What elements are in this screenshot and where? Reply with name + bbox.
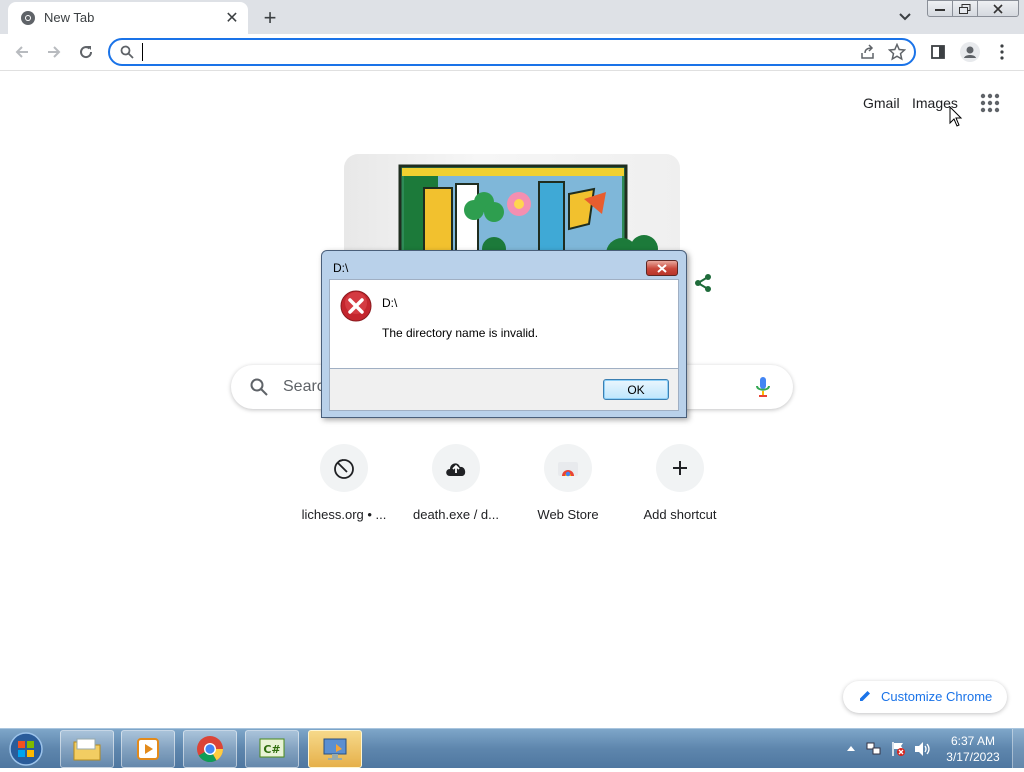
show-desktop-button[interactable] (1012, 729, 1024, 769)
reload-icon (80, 46, 93, 59)
customize-chrome-button[interactable]: Customize Chrome (843, 681, 1007, 713)
address-input[interactable] (142, 43, 842, 61)
minimize-icon (935, 8, 945, 11)
dialog-body: D:\ The directory name is invalid. (329, 279, 679, 369)
ok-button[interactable]: OK (603, 379, 669, 400)
remote-desktop-icon (323, 738, 347, 760)
forward-button[interactable] (42, 40, 66, 64)
tab-title: New Tab (44, 10, 95, 25)
pencil-icon (860, 691, 870, 701)
close-icon (657, 263, 667, 273)
tab-search-button[interactable] (894, 7, 916, 27)
back-arrow-icon (15, 46, 28, 58)
upload-cloud-icon (446, 463, 466, 476)
customize-label: Customize Chrome (881, 689, 993, 704)
taskbar-csharp[interactable]: C# (245, 730, 299, 768)
dialog-path: D:\ (382, 296, 398, 310)
error-dialog: D:\ D:\ The directory name is invalid. O… (321, 250, 687, 418)
google-apps-icon[interactable] (980, 93, 1000, 113)
address-bar[interactable] (108, 38, 916, 66)
back-button[interactable] (10, 40, 34, 64)
search-icon (250, 378, 268, 396)
new-tab-button[interactable]: + (258, 6, 282, 30)
tab-new-tab[interactable]: New Tab ✕ (8, 2, 248, 34)
gmail-link[interactable]: Gmail (863, 95, 900, 111)
voice-search-icon[interactable] (755, 376, 771, 398)
show-hidden-icons-icon[interactable] (847, 745, 855, 751)
plus-icon (673, 461, 687, 475)
doodle-share-icon[interactable] (693, 273, 713, 293)
shortcut-icon-bg (544, 444, 592, 492)
shortcut-label: Add shortcut (643, 507, 717, 522)
shortcut-icon-bg (432, 444, 480, 492)
volume-icon[interactable] (914, 741, 932, 757)
mouse-cursor-icon (949, 106, 963, 127)
search-icon (120, 45, 134, 59)
clock-date: 3/17/2023 (946, 750, 1000, 764)
window-restore-button[interactable] (952, 0, 978, 17)
taskbar-media-player[interactable] (121, 730, 175, 768)
shortcut-label: Web Store (537, 507, 599, 522)
chevron-down-icon (899, 13, 911, 21)
avatar-icon (960, 42, 980, 62)
menu-button[interactable] (990, 40, 1014, 64)
start-button[interactable] (6, 731, 46, 767)
error-icon (340, 290, 372, 322)
media-player-icon (137, 738, 159, 760)
taskbar-file-explorer[interactable] (60, 730, 114, 768)
browser-toolbar (0, 34, 1024, 71)
kebab-menu-icon (1000, 44, 1004, 60)
search-placeholder: Searc (283, 378, 325, 395)
tab-close-icon[interactable]: ✕ (222, 8, 242, 28)
bookmark-star-icon[interactable] (888, 43, 906, 61)
shortcut-web-store[interactable]: Web Store (512, 444, 624, 534)
dialog-title: D:\ (333, 261, 349, 275)
windows-start-icon (9, 732, 43, 766)
chrome-icon (197, 736, 224, 763)
window-close-button[interactable] (977, 0, 1019, 17)
add-shortcut-button[interactable]: Add shortcut (624, 444, 736, 534)
web-store-icon (558, 462, 578, 477)
google-doodle[interactable] (344, 154, 680, 264)
reload-button[interactable] (74, 40, 98, 64)
share-icon[interactable] (860, 44, 876, 60)
window-minimize-button[interactable] (927, 0, 953, 17)
csharp-icon: C# (259, 738, 285, 758)
shortcut-label: lichess.org • ... (301, 507, 387, 522)
side-panel-button[interactable] (926, 40, 950, 64)
shortcut-label: death.exe / d... (412, 507, 499, 522)
shortcut-death-exe[interactable]: death.exe / d... (400, 444, 512, 534)
svg-text:C#: C# (263, 743, 280, 756)
shortcut-icon-bg (656, 444, 704, 492)
taskbar-chrome[interactable] (183, 730, 237, 768)
side-panel-icon (931, 45, 945, 59)
file-explorer-icon (73, 738, 101, 761)
doodle-image (398, 164, 658, 264)
dialog-footer: OK (329, 369, 679, 411)
chrome-icon (21, 11, 35, 25)
network-icon[interactable] (866, 741, 882, 757)
forward-arrow-icon (48, 46, 61, 58)
taskbar: C# 6:37 AM 3/17/2023 (0, 728, 1024, 769)
clock-time: 6:37 AM (950, 734, 996, 748)
dialog-close-button[interactable] (646, 260, 678, 276)
close-icon (993, 3, 1003, 14)
shortcut-icon-bg (320, 444, 368, 492)
shortcut-lichess[interactable]: lichess.org • ... (288, 444, 400, 534)
action-center-icon[interactable] (890, 741, 906, 757)
dialog-message: The directory name is invalid. (382, 326, 539, 340)
lichess-icon (334, 459, 354, 479)
profile-button[interactable] (958, 40, 982, 64)
taskbar-clock[interactable]: 6:37 AM 3/17/2023 (938, 733, 1008, 765)
tab-strip: New Tab ✕ + (0, 0, 1024, 34)
restore-icon (959, 3, 971, 14)
taskbar-remote-desktop[interactable] (308, 730, 362, 768)
